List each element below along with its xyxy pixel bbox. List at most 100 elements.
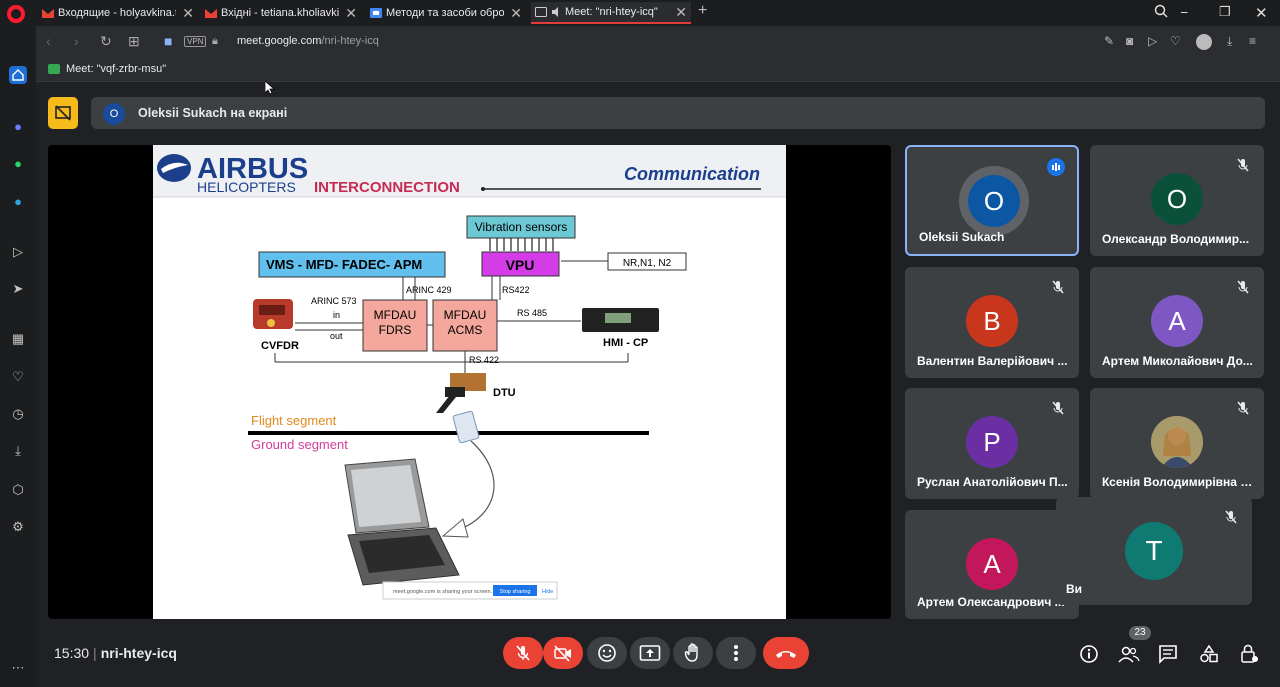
profile-avatar-icon[interactable] — [1196, 34, 1212, 50]
avatar-photo — [1151, 416, 1203, 468]
send-icon[interactable]: ➤ — [9, 280, 27, 298]
downloads-icon[interactable]: ⤓ — [9, 442, 27, 460]
avatar: А — [1151, 295, 1203, 347]
avatar: O — [968, 175, 1020, 227]
tab-search-icon[interactable] — [1154, 4, 1168, 21]
tab-gmail-1[interactable]: Входящие - holyavkina.t@ ✕ — [38, 2, 198, 24]
people-button[interactable] — [1118, 643, 1140, 665]
restore-window-icon[interactable]: ❐ — [1219, 4, 1231, 20]
participant-tile[interactable]: Ксенія Володимирівна К... — [1090, 388, 1264, 499]
participant-count-badge: 23 — [1129, 626, 1151, 640]
settings-gear-icon[interactable]: ⚙ — [9, 518, 27, 536]
present-icon — [639, 645, 661, 661]
mic-off-icon — [1237, 158, 1249, 172]
new-tab-button[interactable]: + — [698, 2, 707, 20]
opera-sidebar: ● ● ● ▷ ➤ ▦ ♡ ◷ ⤓ ⬡ ⚙ ⋯ — [0, 26, 36, 687]
forward-icon[interactable]: › — [74, 33, 79, 49]
tab-classroom[interactable]: Методи та засоби обробк ✕ — [366, 2, 526, 24]
meet-icon — [535, 7, 547, 17]
send-flow-icon[interactable]: ▷ — [1148, 34, 1157, 48]
browser-tab-bar: Входящие - holyavkina.t@ ✕ Вхідні - teti… — [0, 0, 1280, 26]
in-label: in — [333, 310, 340, 320]
lock-icon[interactable]: 🔒︎ — [212, 35, 218, 48]
bookmarks-heart-icon[interactable]: ♡ — [9, 368, 27, 386]
extensions-icon[interactable]: ⬡ — [9, 481, 27, 499]
tab-gmail-2[interactable]: Вхідні - tetiana.kholiavkina ✕ — [201, 2, 361, 24]
meet-area: O Oleksii Sukach на екрані AIRBUS HELICO… — [36, 83, 1280, 687]
host-controls-button[interactable] — [1238, 643, 1260, 665]
messenger-icon[interactable]: ● — [9, 117, 27, 135]
tabs-grid-icon[interactable]: ⊞ — [128, 33, 140, 50]
chat-button[interactable] — [1157, 643, 1179, 665]
hmi-device-icon — [582, 308, 659, 332]
close-tab-icon[interactable]: ✕ — [182, 5, 194, 22]
hand-icon — [684, 643, 698, 662]
participant-name: Артем Миколайович До... — [1102, 354, 1253, 368]
download-icon[interactable]: ⤓ — [1227, 34, 1232, 49]
activities-icon — [1200, 644, 1218, 663]
avatar: Р — [966, 416, 1018, 468]
participant-name: Артем Олександрович ... — [917, 595, 1065, 609]
mic-off-icon — [1237, 401, 1249, 415]
participant-name: Ксенія Володимирівна К... — [1102, 475, 1254, 489]
more-icon[interactable]: ⋯ — [9, 659, 27, 677]
emoji-reactions-button[interactable] — [587, 637, 627, 669]
mic-off-icon — [516, 645, 530, 661]
bookmark-meet[interactable]: Meet: "vqf-zrbr-msu" — [48, 63, 166, 75]
speed-dial-icon[interactable]: ▦ — [9, 330, 27, 348]
chat-icon — [1159, 645, 1177, 664]
close-tab-icon[interactable]: ✕ — [510, 5, 522, 22]
presentation-off-icon[interactable] — [48, 97, 78, 129]
close-window-icon[interactable]: ✕ — [1255, 4, 1268, 22]
opera-logo-icon[interactable] — [7, 5, 25, 23]
vms-label: VMS - MFD- FADEC- APM — [266, 257, 422, 272]
slide-subtitle: Communication — [624, 164, 760, 184]
address-bar: ‹ › ↻ ⊞ ■ VPN 🔒︎ meet.google.com/nri-hte… — [36, 26, 1280, 58]
participant-tile[interactable]: А Артем Миколайович До... — [1090, 267, 1264, 378]
url-field[interactable]: meet.google.com/nri-htey-icq — [237, 35, 379, 47]
camera-off-icon — [554, 645, 571, 662]
laptop-icon — [344, 458, 460, 586]
participant-tile[interactable]: Р Руслан Анатолійович П... — [905, 388, 1079, 499]
participant-tile[interactable]: O Oleksii Sukach — [905, 145, 1079, 256]
snapshot-icon[interactable]: ◙ — [1126, 34, 1133, 48]
player-icon[interactable]: ▷ — [9, 243, 27, 261]
reload-icon[interactable]: ↻ — [100, 33, 112, 50]
telegram-icon[interactable]: ● — [9, 192, 27, 210]
vpn-badge[interactable]: VPN — [184, 36, 207, 47]
presenter-avatar: O — [103, 103, 125, 125]
home-icon[interactable] — [9, 66, 27, 84]
self-view-tile[interactable]: T Ви — [1056, 497, 1252, 605]
hide-link[interactable]: Hide — [542, 589, 553, 595]
camera-toggle-button[interactable] — [543, 637, 583, 669]
leave-call-button[interactable] — [763, 637, 809, 669]
camera-in-use-icon[interactable]: ■ — [164, 33, 172, 49]
menu-icon[interactable]: ≡ — [1249, 34, 1256, 48]
mouse-cursor-icon — [265, 81, 275, 95]
activities-button[interactable] — [1198, 643, 1220, 665]
presentation-stage[interactable]: AIRBUS HELICOPTERS INTERCONNECTION Commu… — [48, 145, 891, 619]
stop-sharing-label: Stop sharing — [500, 589, 531, 595]
rs422-label-bottom: RS 422 — [469, 355, 499, 365]
close-tab-icon[interactable]: ✕ — [345, 5, 357, 22]
edit-icon[interactable]: ✎ — [1104, 34, 1114, 48]
shared-slide: AIRBUS HELICOPTERS INTERCONNECTION Commu… — [153, 145, 786, 619]
heart-icon[interactable]: ♡ — [1170, 34, 1181, 48]
end-call-icon — [776, 651, 796, 658]
participant-tile[interactable]: О Олександр Володимир... — [1090, 145, 1264, 256]
back-icon[interactable]: ‹ — [46, 33, 51, 49]
participant-tile[interactable]: В Валентин Валерійович ... — [905, 267, 1079, 378]
raise-hand-button[interactable] — [673, 637, 713, 669]
present-screen-button[interactable] — [630, 637, 670, 669]
close-tab-icon[interactable]: ✕ — [675, 4, 687, 21]
easy-setup-icon[interactable]: ⎯ — [1181, 4, 1188, 20]
mic-toggle-button[interactable] — [503, 637, 543, 669]
more-options-button[interactable] — [716, 637, 756, 669]
history-icon[interactable]: ◷ — [9, 405, 27, 423]
tab-meet-active[interactable]: Meet: "nri-htey-icq" ✕ — [531, 2, 691, 24]
participant-tile[interactable]: А Артем Олександрович ... — [905, 510, 1079, 619]
meeting-details-button[interactable] — [1078, 643, 1100, 665]
whatsapp-icon[interactable]: ● — [9, 154, 27, 172]
avatar: В — [966, 295, 1018, 347]
participant-name: Олександр Володимир... — [1102, 232, 1250, 246]
